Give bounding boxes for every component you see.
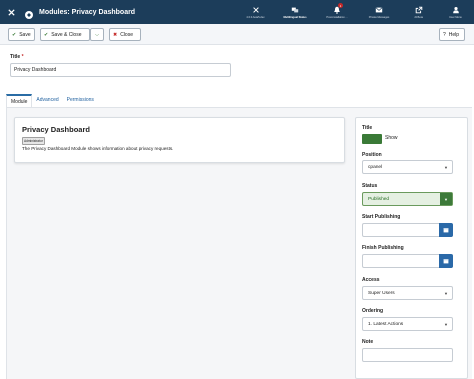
- save-icon: ✔: [12, 31, 17, 38]
- chevron-down-icon: ▼: [444, 290, 448, 296]
- save-label: Save: [19, 31, 31, 38]
- chevron-down-icon: ⌵: [95, 31, 99, 38]
- title-field-label: Title *: [10, 54, 24, 60]
- multilingual-status-item[interactable]: Multilingual Status: [274, 0, 316, 24]
- private-messages-label: Private Messages: [368, 15, 390, 19]
- joomla-logo[interactable]: [0, 0, 22, 24]
- save-close-button[interactable]: ✔ Save & Close: [40, 28, 90, 41]
- tab-advanced[interactable]: Advanced: [32, 94, 62, 107]
- tab-permissions[interactable]: Permissions: [63, 94, 98, 107]
- required-marker: *: [21, 54, 24, 60]
- chevron-down-icon: ▼: [444, 321, 448, 327]
- position-select[interactable]: cpanel ▼: [362, 160, 453, 174]
- ordering-value: 1. Latest Actions: [368, 322, 404, 327]
- calendar-icon[interactable]: [439, 254, 453, 268]
- access-value: Super Users: [368, 291, 395, 296]
- j4-beta-item[interactable]: J4 Beta: [400, 0, 437, 24]
- notification-badge: 1: [338, 3, 343, 8]
- joomla-icon: [252, 6, 259, 13]
- module-description: The Privacy Dashboard Module shows infor…: [22, 146, 174, 151]
- save-close-label: Save & Close: [51, 31, 82, 38]
- access-label: Access: [362, 277, 380, 283]
- status-label: Status: [362, 183, 378, 189]
- close-icon: ✖: [113, 31, 118, 38]
- module-info-card: Privacy Dashboard Administrator The Priv…: [14, 117, 345, 163]
- position-label: Position: [362, 152, 382, 158]
- multilingual-status-label: Multilingual Status: [283, 15, 307, 19]
- title-toggle-label: Title: [362, 125, 373, 131]
- close-button[interactable]: ✖ Close: [109, 28, 141, 41]
- chevron-down-icon: ▼: [440, 193, 452, 205]
- administrator-badge: Administrator: [22, 137, 45, 145]
- post-installation-label: Post-installation ...: [326, 15, 348, 19]
- cube-icon: [24, 7, 34, 19]
- version-item[interactable]: 4.0.0-beta5-dev: [237, 0, 274, 24]
- private-messages-item[interactable]: Private Messages: [358, 0, 400, 24]
- ordering-select[interactable]: 1. Latest Actions ▼: [362, 317, 453, 331]
- tab-module[interactable]: Module: [6, 94, 33, 107]
- close-label: Close: [120, 31, 133, 38]
- help-button[interactable]: ? Help: [439, 28, 465, 41]
- status-select[interactable]: Published ▼: [362, 192, 453, 206]
- page-title: Modules: Privacy Dashboard: [39, 8, 136, 16]
- note-input[interactable]: [362, 348, 453, 362]
- calendar-icon[interactable]: [439, 223, 453, 237]
- envelope-icon: [375, 6, 383, 12]
- finish-publishing-label: Finish Publishing: [362, 245, 404, 251]
- chevron-down-icon: ▼: [444, 164, 448, 170]
- post-installation-item[interactable]: 1 Post-installation ...: [316, 0, 358, 24]
- title-label-text: Title: [10, 54, 21, 60]
- status-value: Published: [368, 197, 390, 202]
- j4-beta-label: J4 Beta: [414, 15, 423, 19]
- user-icon: [452, 6, 459, 13]
- start-publishing-label: Start Publishing: [362, 214, 401, 220]
- note-label: Note: [362, 339, 374, 345]
- version-label: 4.0.0-beta5-dev: [246, 15, 265, 19]
- finish-publishing-input[interactable]: [362, 254, 453, 268]
- help-icon: ?: [443, 31, 446, 38]
- save-icon: ✔: [44, 31, 49, 38]
- help-label: Help: [448, 31, 460, 38]
- user-menu-label: User Menu: [449, 15, 462, 19]
- start-publishing-input[interactable]: [362, 223, 453, 237]
- module-title: Privacy Dashboard: [22, 125, 90, 134]
- top-header: Modules: Privacy Dashboard 4.0.0-beta5-d…: [0, 0, 474, 24]
- user-menu-item[interactable]: User Menu: [437, 0, 474, 24]
- show-label: Show: [385, 135, 398, 141]
- tab-bar: Module Advanced Permissions: [6, 94, 98, 107]
- save-dropdown-button[interactable]: ⌵: [90, 28, 104, 41]
- toolbar: ✔ Save ✔ Save & Close ⌵ ✖ Close ? Help: [0, 24, 474, 45]
- external-link-icon: [415, 6, 422, 13]
- ordering-label: Ordering: [362, 308, 384, 314]
- show-title-toggle[interactable]: [362, 134, 382, 144]
- language-icon: [291, 7, 299, 12]
- title-input-value: Privacy Dashboard: [14, 67, 57, 73]
- title-input[interactable]: Privacy Dashboard: [10, 63, 231, 77]
- position-value: cpanel: [368, 165, 383, 170]
- access-select[interactable]: Super Users ▼: [362, 286, 453, 300]
- save-button[interactable]: ✔ Save: [8, 28, 35, 41]
